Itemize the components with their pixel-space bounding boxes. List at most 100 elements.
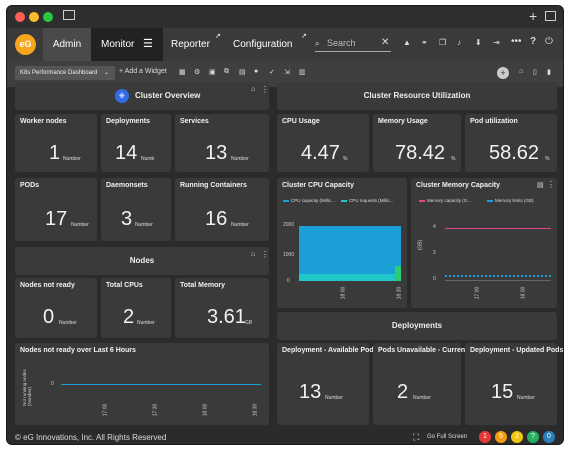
tabs-overview-icon[interactable] bbox=[545, 11, 556, 21]
critical-alert-badge[interactable]: 1 bbox=[479, 431, 491, 443]
zoom-window-button[interactable] bbox=[43, 12, 53, 22]
footer: © eG Innovations, Inc. All Rights Reserv… bbox=[7, 429, 563, 444]
tile-title: Running Containers bbox=[180, 182, 247, 189]
tile-total-cpus[interactable]: Total CPUs 2 Number bbox=[101, 278, 171, 338]
tile-pods-unavailable[interactable]: Pods Unavailable - Current 2 Number bbox=[373, 343, 467, 425]
x-tick: 18:00 bbox=[520, 286, 527, 300]
menu-icon: ☰ bbox=[143, 38, 153, 50]
clear-search-icon[interactable]: ✕ bbox=[381, 37, 389, 48]
copy-icon[interactable]: ❐ bbox=[439, 38, 446, 47]
tile-worker-nodes[interactable]: Worker nodes 1 Number bbox=[15, 114, 97, 172]
unknown-alert-badge[interactable]: 0 bbox=[543, 431, 555, 443]
tile-title: Memory Usage bbox=[378, 118, 428, 125]
delete-icon[interactable]: ▤ bbox=[239, 68, 246, 76]
memory-capacity-line bbox=[445, 228, 551, 229]
memory-capacity-chart[interactable]: Cluster Memory Capacity ▤ ⋮ Memory capac… bbox=[411, 178, 557, 308]
help-icon[interactable]: ? bbox=[530, 36, 536, 47]
legend-label: Memory limits (GB) bbox=[495, 198, 534, 203]
minimize-widget-icon[interactable]: ⌂ bbox=[251, 86, 255, 93]
tile-total-memory[interactable]: Total Memory 3.61 GB bbox=[175, 278, 269, 338]
search-input[interactable]: Search bbox=[327, 38, 356, 48]
pdf-icon[interactable]: ▯ bbox=[533, 68, 537, 76]
bell-icon[interactable]: ♪ bbox=[457, 38, 461, 47]
tile-running-containers[interactable]: Running Containers 16 Number bbox=[175, 178, 269, 241]
user-icon[interactable]: ▲ bbox=[403, 38, 411, 47]
globe-icon[interactable]: ● bbox=[254, 68, 258, 75]
tile-title: Pods Unavailable - Current bbox=[378, 347, 468, 354]
tile-unit: Number bbox=[325, 395, 343, 401]
nodes-title: Nodes bbox=[129, 256, 155, 265]
chart-options-icon[interactable]: ▤ bbox=[537, 181, 544, 189]
add-circle-icon[interactable]: + bbox=[497, 67, 509, 79]
y-tick: 2000 bbox=[283, 222, 295, 228]
more-vert-icon[interactable]: ⋮ bbox=[261, 250, 269, 259]
search-box[interactable]: ⌕ Search ✕ bbox=[315, 36, 391, 52]
help-badge[interactable]: ? bbox=[527, 431, 539, 443]
tile-value: 15 bbox=[491, 381, 514, 403]
nodes-not-ready-chart[interactable]: Nodes not ready over Last 6 Hours Not ru… bbox=[15, 343, 269, 425]
more-icon[interactable]: ••• bbox=[511, 36, 522, 47]
tab-reporter[interactable]: Reporter ↗ bbox=[163, 28, 223, 61]
fullscreen-icon[interactable]: ⛶ bbox=[413, 432, 419, 443]
eg-logo[interactable]: eG bbox=[15, 34, 36, 55]
export-icon[interactable]: ⇲ bbox=[284, 68, 290, 76]
close-window-button[interactable] bbox=[15, 12, 25, 22]
tile-unit: Number bbox=[413, 395, 431, 401]
tile-pod-utilization[interactable]: Pod utilization 58.62 % bbox=[465, 114, 557, 172]
tile-value: 14 bbox=[115, 142, 138, 164]
app-window: + eG Admin Monitor ☰ Reporter ↗ Configur… bbox=[6, 5, 564, 445]
cpu-capacity-chart[interactable]: Cluster CPU Capacity CPU capacity (Milli… bbox=[277, 178, 407, 308]
y-tick: 0 bbox=[433, 276, 436, 282]
duplicate-icon[interactable]: ⧉ bbox=[224, 68, 229, 76]
x-tick: 18:30 bbox=[396, 286, 403, 300]
tile-unit: % bbox=[451, 156, 456, 162]
tile-pods[interactable]: PODs 17 Number bbox=[15, 178, 97, 241]
power-icon[interactable]: ⏻ bbox=[545, 36, 553, 47]
deployments-title: Deployments bbox=[391, 321, 443, 330]
tile-cpu-usage[interactable]: CPU Usage 4.47 % bbox=[277, 114, 369, 172]
external-link-icon: ↗ bbox=[301, 33, 307, 40]
tab-monitor[interactable]: Monitor ☰ bbox=[91, 28, 163, 61]
link-icon[interactable]: ⚭ bbox=[421, 38, 428, 47]
layout-icon[interactable]: ▦ bbox=[179, 68, 186, 76]
tile-nodes-not-ready[interactable]: Nodes not ready 0 Number bbox=[15, 278, 97, 338]
cluster-overview-title: Cluster Overview bbox=[135, 91, 201, 100]
tab-configuration[interactable]: Configuration ↗ bbox=[223, 28, 311, 61]
login-icon[interactable]: ⇥ bbox=[493, 38, 500, 47]
settings-icon[interactable]: ⚙ bbox=[194, 68, 200, 76]
tab-admin[interactable]: Admin bbox=[43, 28, 91, 61]
tile-title: Daemonsets bbox=[106, 182, 148, 189]
tile-unit: Number bbox=[135, 222, 153, 228]
new-tab-icon[interactable]: + bbox=[529, 8, 537, 24]
minimize-widget-icon[interactable]: ⌂ bbox=[251, 251, 255, 258]
sidebar-icon[interactable] bbox=[63, 10, 75, 20]
tile-memory-usage[interactable]: Memory Usage 78.42 % bbox=[373, 114, 461, 172]
dashboard-select[interactable]: K8s Performance Dashboard ⌄ bbox=[15, 66, 115, 80]
tile-daemonsets[interactable]: Daemonsets 3 Number bbox=[101, 178, 171, 241]
add-widget-button[interactable]: + Add a Widget bbox=[119, 68, 167, 75]
minor-alert-badge[interactable]: 2 bbox=[511, 431, 523, 443]
legend-label: CPU requests (Millic... bbox=[349, 198, 394, 203]
tile-deployments[interactable]: Deployments 14 Numb bbox=[101, 114, 171, 172]
download-icon[interactable]: ⬇ bbox=[475, 38, 482, 47]
table-icon[interactable]: ▥ bbox=[299, 68, 306, 76]
x-tick: 18:30 bbox=[252, 403, 259, 417]
fullscreen-button[interactable]: Go Full Screen bbox=[427, 434, 467, 440]
tile-deployment-available[interactable]: Deployment - Available Pods 13 Number bbox=[277, 343, 378, 425]
major-alert-badge[interactable]: 5 bbox=[495, 431, 507, 443]
minimize-window-button[interactable] bbox=[29, 12, 39, 22]
tile-services[interactable]: Services 13 Number bbox=[175, 114, 269, 172]
more-vert-icon[interactable]: ⋮ bbox=[261, 85, 269, 94]
chart-title: Cluster Memory Capacity bbox=[416, 182, 501, 189]
y-axis-label: Not running nodes (Number) bbox=[22, 369, 32, 406]
tile-deployment-updated[interactable]: Deployment - Updated Pods 15 Number bbox=[465, 343, 563, 425]
resource-util-title: Cluster Resource Utilization bbox=[363, 91, 471, 100]
more-vert-icon[interactable]: ⋮ bbox=[547, 180, 555, 189]
tile-title: Worker nodes bbox=[20, 118, 67, 125]
image-icon[interactable]: ▣ bbox=[209, 68, 216, 76]
check-icon[interactable]: ✓ bbox=[269, 68, 275, 76]
print-icon[interactable]: ▮ bbox=[547, 68, 551, 76]
chart-title: Cluster CPU Capacity bbox=[282, 182, 354, 189]
home-icon[interactable]: ⌂ bbox=[519, 68, 523, 75]
x-tick: 17:00 bbox=[102, 403, 109, 417]
